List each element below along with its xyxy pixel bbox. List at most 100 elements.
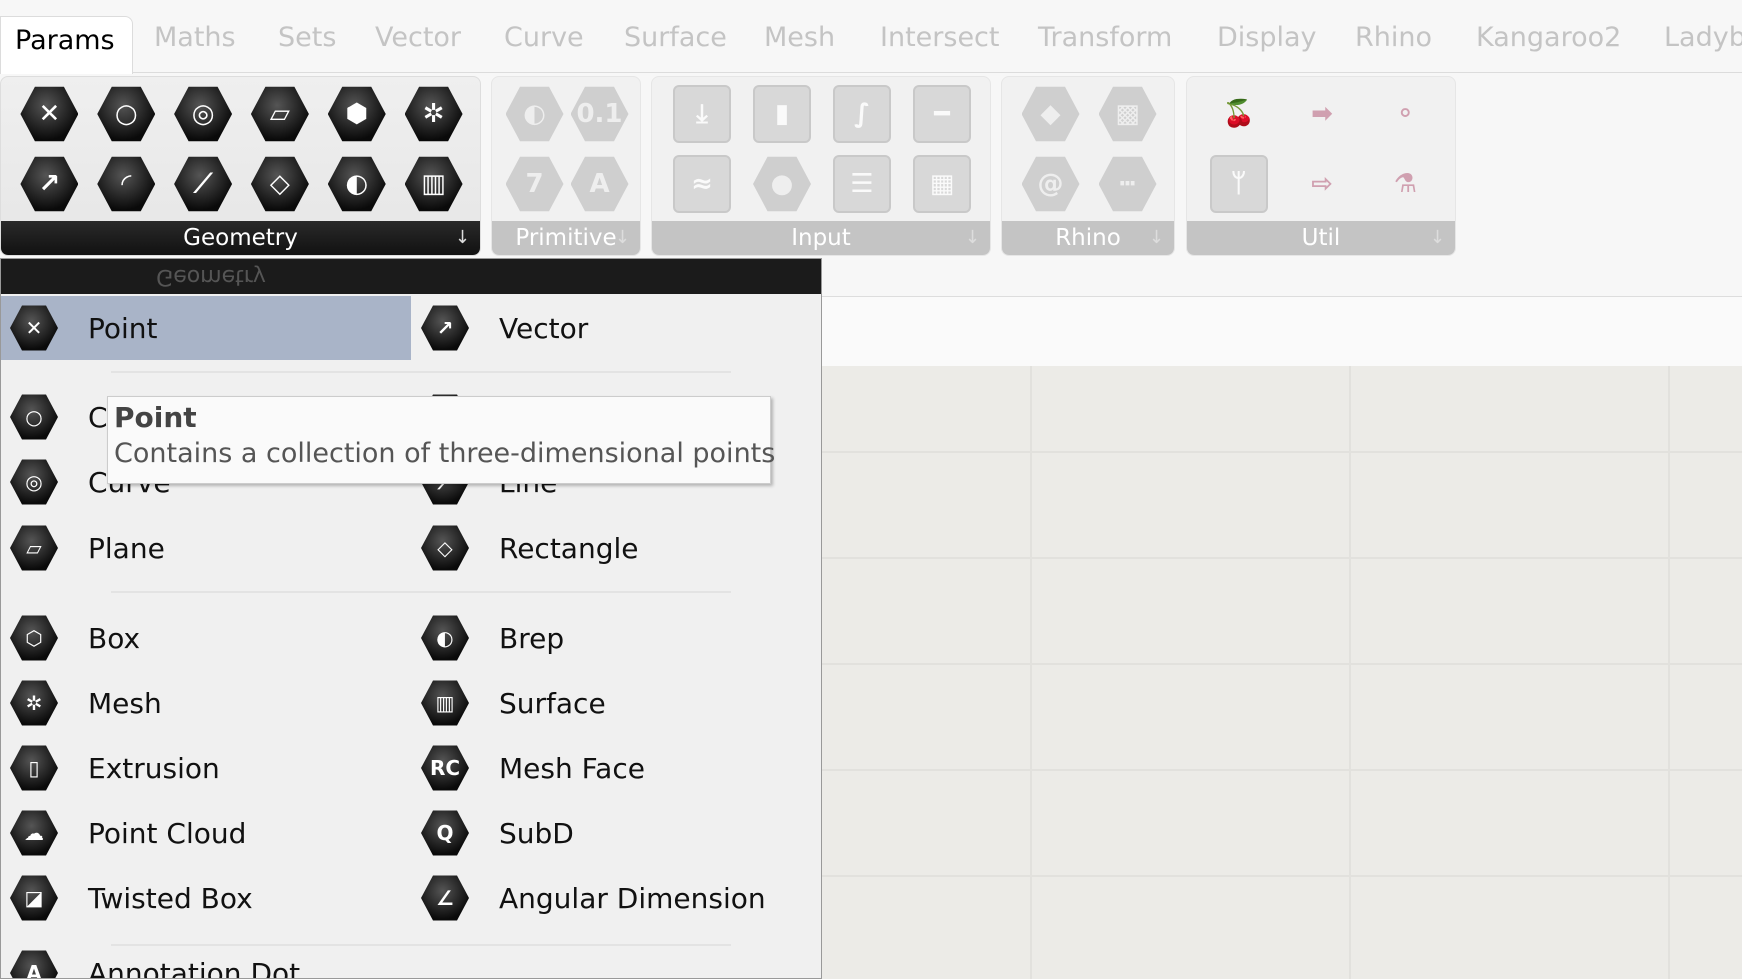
text-icon[interactable]: A [570,156,629,212]
tab-kangaroo2[interactable]: Kangaroo2 [1476,22,1621,53]
rectangle-icon[interactable]: ◇ [250,156,309,212]
menu-header-label: Geometry [156,264,266,289]
menu-item-point[interactable]: ✕ Point [1,296,411,360]
mesh-icon: ✲ [10,680,58,726]
menu-item-annotation-dot[interactable]: A Annotation Dot [1,941,411,979]
tab-sets[interactable]: Sets [278,22,336,53]
menu-separator [111,371,731,373]
plane-icon: ▱ [10,525,58,571]
tab-maths[interactable]: Maths [154,22,236,53]
tab-curve[interactable]: Curve [504,22,584,53]
boolean-icon[interactable]: ◐ [505,86,564,142]
menu-item-box[interactable]: ⬡ Box [1,606,411,670]
tooltip-title: Point [114,401,197,434]
menu-item-label: Annotation Dot [88,956,301,979]
flask-icon[interactable]: ⚗ [1376,155,1434,213]
cells-icon[interactable]: ⚬ [1376,85,1434,143]
box-icon: ⬡ [10,615,58,661]
subd-icon: Q [421,810,469,856]
tooltip-description: Contains a collection of three-dimension… [114,438,776,469]
menu-item-label: Mesh Face [499,751,645,785]
layer-icon[interactable]: ◆ [1021,86,1080,142]
mesh-icon[interactable]: ✲ [404,86,463,142]
tab-intersect[interactable]: Intersect [880,22,999,53]
gradient-icon[interactable]: ━ [913,85,971,143]
brep-icon: ◐ [421,615,469,661]
panel-footer[interactable]: Primitive ↓ [492,221,640,255]
menu-item-angular-dimension[interactable]: ∠ Angular Dimension [412,866,821,930]
menu-item-twisted-box[interactable]: ◪ Twisted Box [1,866,411,930]
panel-label: Geometry [183,225,298,251]
point-cloud-icon: ☁ [10,810,58,856]
menu-item-label: Box [88,621,141,655]
menu-item-vector[interactable]: ↗ Vector [412,296,821,360]
menu-item-brep[interactable]: ◐ Brep [412,606,821,670]
tree-icon[interactable]: ᛘ [1209,155,1268,213]
value-list-icon[interactable]: ☰ [833,155,891,213]
tab-surface[interactable]: Surface [624,22,727,53]
expand-arrow-icon[interactable]: ↓ [965,221,980,255]
linetype-icon[interactable]: ┅ [1098,156,1157,212]
menu-item-point-cloud[interactable]: ☁ Point Cloud [1,801,411,865]
panel-footer[interactable]: Util ↓ [1187,221,1455,255]
twisted-box-icon: ◪ [10,875,58,921]
menu-item-rectangle[interactable]: ◇ Rectangle [412,516,821,580]
angular-dimension-icon: ∠ [421,875,469,921]
number-icon[interactable]: 0.1 [570,86,629,142]
menu-item-mesh-face[interactable]: RC Mesh Face [412,736,821,800]
menu-item-label: Plane [88,531,165,565]
panel-util: 🍒 ➡ ⚬ ᛘ ⇨ ⚗ Util ↓ [1186,76,1456,256]
circle-icon[interactable]: ○ [97,86,156,142]
tab-params[interactable]: Params [0,16,133,74]
arrow-icon[interactable]: ➡ [1293,85,1351,143]
tab-transform[interactable]: Transform [1038,22,1172,53]
expand-arrow-icon[interactable]: ↓ [1149,221,1164,255]
point-icon[interactable]: ✕ [20,86,79,142]
menu-item-surface[interactable]: ▥ Surface [412,671,821,735]
expand-arrow-icon[interactable]: ↓ [455,221,470,255]
colour-swatch-icon[interactable]: ▦ [913,155,971,213]
tab-mesh[interactable]: Mesh [764,22,835,53]
panel-icon[interactable]: ≈ [673,155,731,213]
extrusion-icon: ▯ [10,745,58,791]
tab-rhino[interactable]: Rhino [1355,22,1432,53]
hollow-arrow-icon[interactable]: ⇨ [1293,155,1351,213]
menu-item-extrusion[interactable]: ▯ Extrusion [1,736,411,800]
data-input-icon[interactable]: ⤓ [673,85,731,143]
brep-icon[interactable]: ◐ [327,156,386,212]
canvas[interactable] [822,366,1742,979]
panel-footer[interactable]: Input ↓ [652,221,990,255]
line-icon[interactable]: ⟋ [174,156,233,212]
expand-arrow-icon[interactable]: ↓ [1430,221,1445,255]
panel-footer[interactable]: Rhino ↓ [1002,221,1174,255]
surface-icon[interactable]: ▥ [404,156,463,212]
vector-icon[interactable]: ↗ [20,156,79,212]
panel-label: Primitive [515,225,617,251]
expand-arrow-icon[interactable]: ↓ [615,221,630,255]
graph-mapper-icon[interactable]: ∫ [833,85,891,143]
menu-item-label: Brep [499,621,565,655]
menu-item-label: Surface [499,686,606,720]
menu-item-subd[interactable]: Q SubD [412,801,821,865]
panel-label: Util [1301,225,1341,251]
spiral-icon[interactable]: @ [1021,156,1080,212]
tab-display[interactable]: Display [1217,22,1317,53]
menu-header: Geometry [1,259,821,294]
arc-icon[interactable]: ◜ [97,156,156,212]
integer-icon[interactable]: 7 [505,156,564,212]
panel-primitive: ◐ 0.1 7 A Primitive ↓ [491,76,641,256]
panel-footer[interactable]: Geometry ↓ [1,221,480,255]
surface-icon: ▥ [421,680,469,726]
button-icon[interactable]: ● [753,156,811,212]
box-icon[interactable]: ⬢ [327,86,386,142]
curve-icon[interactable]: ◎ [174,86,233,142]
toggle-icon[interactable]: ▮ [753,85,811,143]
hatch-icon[interactable]: ▩ [1098,86,1157,142]
tab-vector[interactable]: Vector [375,22,461,53]
menu-item-plane[interactable]: ▱ Plane [1,516,411,580]
cherry-icon[interactable]: 🍒 [1210,85,1268,143]
tab-ladyb[interactable]: Ladyb [1664,22,1742,53]
plane-icon[interactable]: ▱ [250,86,309,142]
menu-item-label: Rectangle [499,531,639,565]
menu-item-mesh[interactable]: ✲ Mesh [1,671,411,735]
